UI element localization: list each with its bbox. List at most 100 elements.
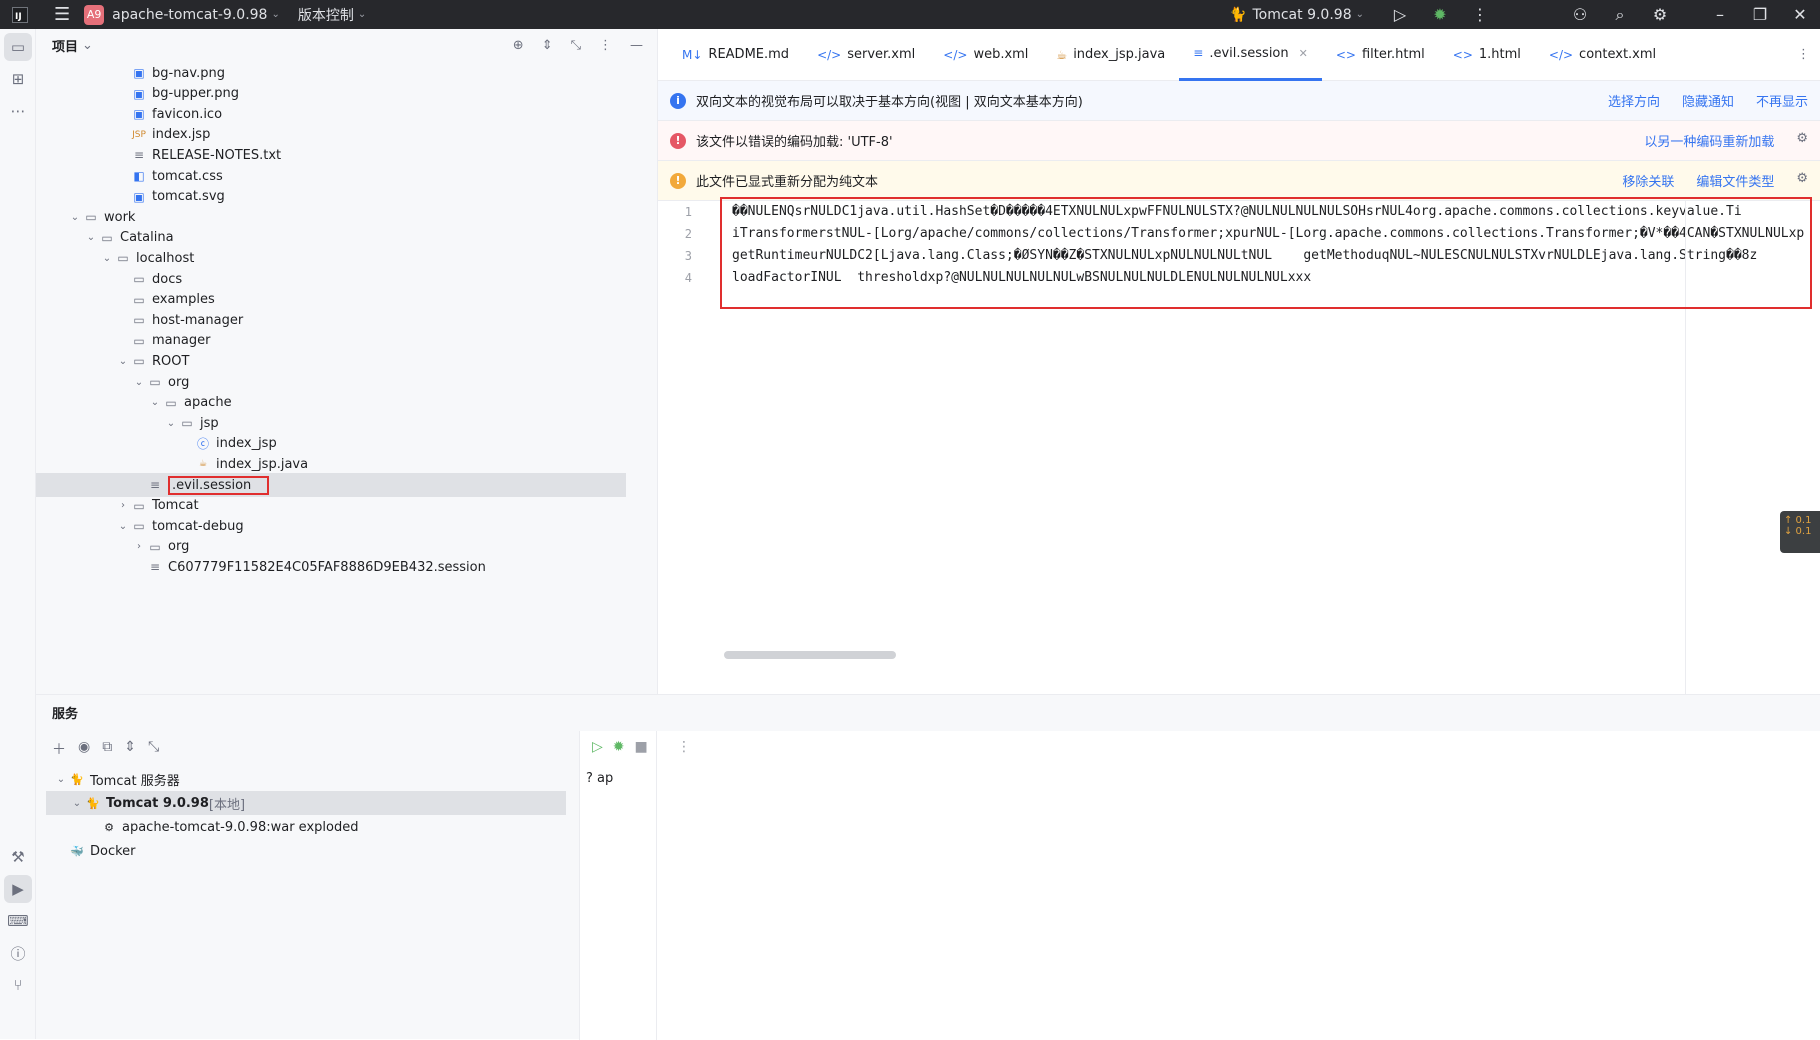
run-config-selector[interactable]: Tomcat 9.0.98 (1252, 7, 1351, 23)
tab-label: filter.html (1361, 47, 1425, 62)
run-icon[interactable]: ▷ (592, 739, 603, 755)
services-tool-icon[interactable]: ▶ (4, 875, 32, 903)
chevron-down-icon[interactable]: ⌄ (148, 397, 162, 408)
editor-tab[interactable]: <> 1.html (1439, 29, 1535, 81)
debug-icon[interactable]: ✹ (1420, 5, 1460, 24)
banner-link[interactable]: 不再显示 (1756, 91, 1808, 110)
collapse-all-icon[interactable]: ⤡ (571, 38, 581, 53)
text-icon: ≡ (133, 148, 145, 163)
stop-icon[interactable]: ■ (635, 739, 648, 755)
chevron-down-icon[interactable]: ⌄ (271, 9, 279, 20)
gear-icon[interactable]: ⚙ (1796, 171, 1808, 190)
debug-icon[interactable]: ✹ (613, 739, 625, 755)
expand-all-icon[interactable]: ⇕ (542, 38, 553, 53)
tree-item-label: localhost (136, 250, 195, 266)
ide-logo-icon[interactable]: IJ (12, 6, 28, 23)
build-tool-icon[interactable]: ⚒ (4, 843, 32, 871)
chevron-down-icon[interactable]: ⌄ (116, 521, 130, 532)
inspection-badge[interactable]: ↑ 0.1 ↓ 0.1 (1780, 511, 1820, 553)
project-name[interactable]: apache-tomcat-9.0.98 (112, 7, 267, 23)
tab-label: server.xml (847, 47, 916, 62)
editor-tab[interactable]: </> web.xml (929, 29, 1042, 81)
view-icon[interactable]: ◉ (78, 739, 90, 759)
project-badge[interactable]: A9 (84, 4, 105, 25)
chevron-down-icon[interactable]: ⌄ (358, 9, 366, 20)
locate-icon[interactable]: ⊕ (513, 38, 524, 53)
structure-tool-icon[interactable]: ⊞ (4, 65, 32, 93)
restore-icon[interactable]: ❐ (1740, 5, 1780, 24)
hide-icon[interactable]: — (630, 38, 643, 53)
services-actions: ▷ ✹ ■ ↻ ? ap (579, 731, 669, 1040)
problems-tool-icon[interactable]: ⓘ (4, 939, 32, 967)
minimize-icon[interactable]: – (1700, 5, 1740, 24)
vcs-menu[interactable]: 版本控制 (298, 5, 354, 25)
close-icon[interactable]: ✕ (1299, 47, 1308, 60)
service-item[interactable]: ⌄ 🐈 Tomcat 服务器 (46, 767, 566, 791)
warn-icon: ! (670, 172, 686, 189)
banner-link[interactable]: 编辑文件类型 (1696, 171, 1774, 190)
editor-tab[interactable]: </> context.xml (1535, 29, 1670, 81)
editor-tab[interactable]: </> server.xml (803, 29, 929, 81)
chevron-down-icon[interactable]: ⌄ (54, 774, 68, 785)
tree-item-label: examples (152, 292, 215, 308)
chevron-down-icon[interactable]: ⌄ (84, 232, 98, 243)
folder-icon: ▭ (181, 416, 193, 431)
editor-tab[interactable]: <> filter.html (1322, 29, 1439, 81)
banner-link[interactable]: 隐藏通知 (1682, 91, 1734, 110)
close-window-icon[interactable]: ✕ (1780, 5, 1820, 24)
css-icon: ◧ (133, 169, 145, 183)
services-title: 服务 (52, 706, 79, 722)
tabs-more-icon[interactable]: ⋮ (1797, 47, 1820, 62)
chevron-right-icon[interactable]: › (116, 500, 130, 511)
artifact-short-label: ap (597, 771, 614, 786)
terminal-tool-icon[interactable]: ⌨ (4, 907, 32, 935)
collapse-all-icon[interactable]: ⤡ (148, 739, 159, 759)
chevron-right-icon[interactable]: › (132, 541, 146, 552)
banner-link[interactable]: 移除关联 (1622, 171, 1674, 190)
horizontal-scrollbar[interactable] (724, 651, 896, 659)
tree-item-label: jsp (200, 415, 219, 431)
file-type-icon: ☕ (1056, 47, 1068, 62)
jsp-icon: JSP (132, 129, 146, 140)
editor-tab[interactable]: M↓ README.md (668, 29, 803, 81)
services-output[interactable]: ⋮ (656, 731, 1820, 1040)
git-tool-icon[interactable]: ⑂ (4, 971, 32, 999)
editor-tab[interactable]: ☕ index_jsp.java (1042, 29, 1179, 81)
chevron-down-icon[interactable]: ⌄ (1356, 9, 1364, 20)
service-item[interactable]: ⌄ 🐈 Tomcat 9.0.98 [本地] (46, 791, 566, 815)
project-panel-title[interactable]: 项目 (52, 36, 78, 55)
chevron-down-icon[interactable]: ⌄ (68, 212, 82, 223)
chevron-down-icon[interactable]: ⌄ (82, 38, 93, 53)
options-icon[interactable]: ⋮ (599, 38, 612, 53)
add-user-icon[interactable]: ⚇ (1560, 5, 1600, 24)
chevron-down-icon[interactable]: ⌄ (132, 377, 146, 388)
search-icon[interactable]: ⌕ (1600, 5, 1640, 25)
expand-all-icon[interactable]: ⇕ (124, 739, 136, 759)
project-tool-icon[interactable]: ▭ (4, 33, 32, 61)
chevron-down-icon[interactable]: ⌄ (100, 253, 114, 264)
main-menu-icon[interactable]: ☰ (54, 4, 70, 25)
add-service-icon[interactable]: ＋ (52, 739, 66, 759)
folder-icon: ▭ (133, 333, 145, 348)
chevron-down-icon[interactable]: ⌄ (116, 356, 130, 367)
folder-icon: ▭ (133, 292, 145, 307)
more-tools-icon[interactable]: ⋯ (4, 97, 32, 125)
new-tab-icon[interactable]: ⧉ (102, 739, 112, 759)
chevron-down-icon[interactable]: ⌄ (70, 798, 84, 809)
run-icon[interactable]: ▷ (1380, 5, 1420, 24)
service-item[interactable]: 🐳 Docker (46, 839, 566, 863)
banner-link[interactable]: 以另一种编码重新加载 (1644, 131, 1774, 150)
editor-tab[interactable]: ≡ .evil.session ✕ (1179, 29, 1322, 81)
service-item[interactable]: ⚙ apache-tomcat-9.0.98:war exploded (46, 815, 566, 839)
tree-item[interactable]: ≡ C607779F11582E4C05FAF8886D9EB432.sessio… (36, 555, 626, 579)
chevron-down-icon[interactable]: ⌄ (164, 418, 178, 429)
tab-label: index_jsp.java (1073, 47, 1166, 62)
gear-icon[interactable]: ⚙ (1796, 131, 1808, 150)
more-icon[interactable]: ⋮ (1460, 5, 1500, 24)
image-icon: ▣ (133, 66, 145, 80)
code-view[interactable]: 1234 ��NULENQsrNULDC1java.util.HashSet�D… (658, 197, 1820, 694)
file-type-icon: <> (1452, 47, 1473, 62)
more-icon[interactable]: ⋮ (677, 739, 691, 755)
settings-icon[interactable]: ⚙ (1640, 5, 1680, 24)
banner-link[interactable]: 选择方向 (1608, 91, 1660, 110)
